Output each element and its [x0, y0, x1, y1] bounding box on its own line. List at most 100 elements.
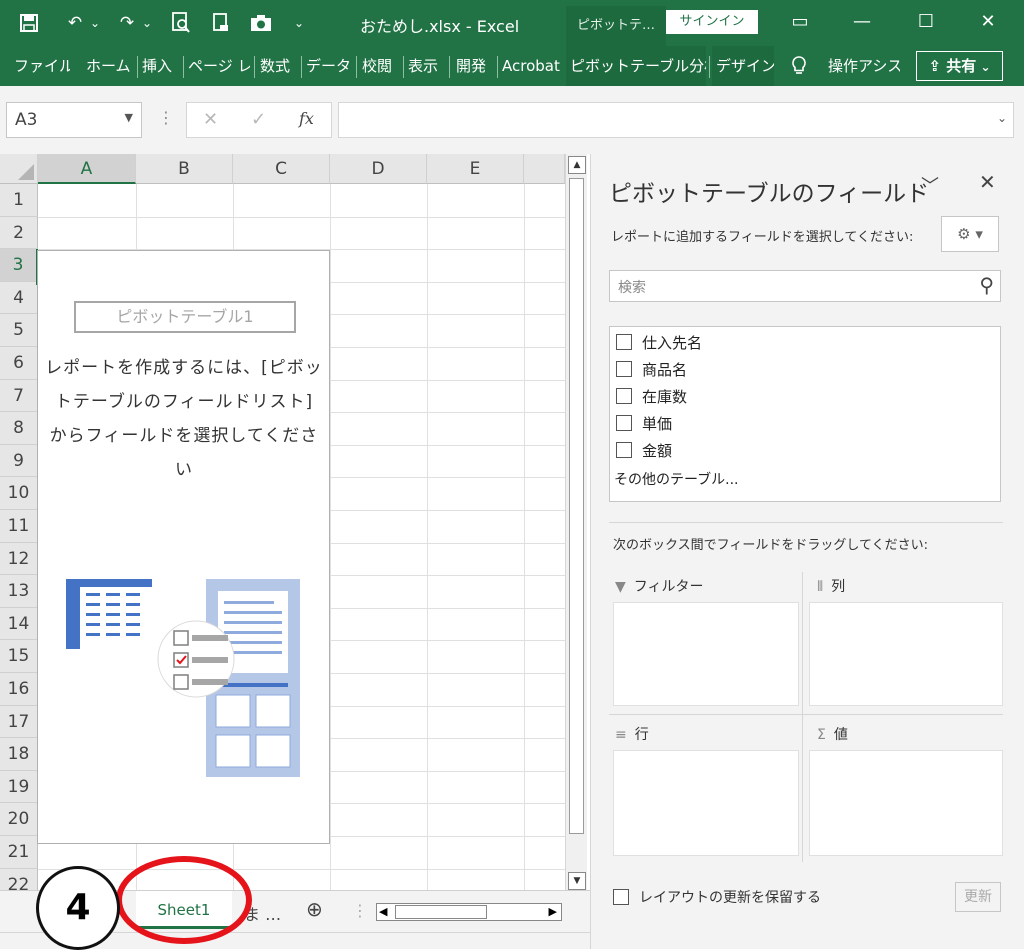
- row-header-16[interactable]: 16: [0, 673, 38, 706]
- template-icon[interactable]: [206, 8, 236, 38]
- close-window-icon[interactable]: ✕: [968, 8, 1008, 36]
- row-header-20[interactable]: 20: [0, 803, 38, 836]
- checkbox[interactable]: [616, 334, 632, 350]
- row-header-12[interactable]: 12: [0, 542, 38, 576]
- values-drop-area[interactable]: [809, 750, 1003, 856]
- cancel-icon[interactable]: ✕: [203, 109, 218, 130]
- checkbox[interactable]: [613, 889, 629, 905]
- insert-function-icon[interactable]: fx: [299, 109, 314, 128]
- tab-page-layout[interactable]: ページ レ: [188, 46, 250, 86]
- chevron-down-icon[interactable]: ﹀: [921, 172, 939, 198]
- row-header-17[interactable]: 17: [0, 705, 38, 739]
- scroll-down-icon[interactable]: ▼: [568, 872, 586, 890]
- field-item[interactable]: 在庫数: [616, 385, 687, 407]
- column-header-b[interactable]: B: [136, 154, 233, 184]
- field-item[interactable]: 商品名: [616, 358, 687, 380]
- scroll-right-icon[interactable]: ▶: [549, 905, 557, 918]
- ribbon-display-options-icon[interactable]: ▭: [780, 8, 820, 36]
- column-header-a[interactable]: A: [38, 154, 136, 184]
- row-header-13[interactable]: 13: [0, 575, 38, 608]
- tab-formulas[interactable]: 数式: [260, 46, 296, 86]
- undo-dropdown-icon[interactable]: ⌄: [88, 8, 102, 38]
- tab-file[interactable]: ファイル: [14, 46, 70, 86]
- customize-qat-icon[interactable]: ⌄: [286, 8, 312, 38]
- lightbulb-icon[interactable]: [790, 46, 814, 86]
- save-icon[interactable]: [14, 8, 44, 38]
- tab-developer[interactable]: 開発: [456, 46, 492, 86]
- close-pane-icon[interactable]: ✕: [979, 170, 996, 194]
- tab-home[interactable]: ホーム: [86, 46, 132, 86]
- search-icon[interactable]: ⚲: [979, 273, 994, 297]
- row-header-14[interactable]: 14: [0, 607, 38, 641]
- select-all-button[interactable]: [0, 154, 38, 184]
- tab-acrobat[interactable]: Acrobat: [502, 46, 560, 86]
- row-header-18[interactable]: 18: [0, 738, 38, 771]
- minimize-icon[interactable]: —: [842, 8, 882, 36]
- row-header-7[interactable]: 7: [0, 379, 38, 413]
- gear-icon[interactable]: ⚙ ▾: [941, 216, 999, 252]
- vertical-scrollbar[interactable]: ▲ ▼: [565, 154, 587, 892]
- print-preview-icon[interactable]: [166, 8, 196, 38]
- formula-bar-grip-icon[interactable]: ⋮: [158, 108, 174, 127]
- rows-drop-area[interactable]: [613, 750, 799, 856]
- field-item[interactable]: 単価: [616, 412, 672, 434]
- checkbox[interactable]: [616, 415, 632, 431]
- row-header-3[interactable]: 3: [0, 249, 38, 282]
- row-header-2[interactable]: 2: [0, 216, 38, 250]
- scroll-up-icon[interactable]: ▲: [568, 156, 586, 174]
- more-tables-link[interactable]: その他のテーブル...: [614, 469, 739, 489]
- maximize-icon[interactable]: ☐: [906, 8, 946, 36]
- column-header-f[interactable]: [524, 154, 565, 184]
- redo-icon[interactable]: ↷: [112, 8, 142, 38]
- row-header-19[interactable]: 19: [0, 770, 38, 804]
- tab-split-grip-icon[interactable]: ⋮: [352, 901, 368, 920]
- tab-insert[interactable]: 挿入: [142, 46, 178, 86]
- scroll-left-icon[interactable]: ◀: [379, 905, 387, 918]
- row-header-6[interactable]: 6: [0, 347, 38, 380]
- camera-icon[interactable]: [246, 8, 276, 38]
- column-header-e[interactable]: E: [427, 154, 524, 184]
- field-item[interactable]: 仕入先名: [616, 331, 702, 353]
- enter-icon[interactable]: ✓: [251, 109, 266, 130]
- row-header-4[interactable]: 4: [0, 281, 38, 315]
- row-header-1[interactable]: 1: [0, 184, 38, 217]
- name-box[interactable]: A3 ▼: [6, 102, 142, 138]
- row-header-8[interactable]: 8: [0, 412, 38, 445]
- share-button[interactable]: ⇪ 共有 ⌄: [916, 51, 1003, 81]
- column-header-d[interactable]: D: [330, 154, 427, 184]
- redo-dropdown-icon[interactable]: ⌄: [140, 8, 154, 38]
- tab-review[interactable]: 校閲: [362, 46, 398, 86]
- pivot-table-placeholder[interactable]: ピボットテーブル1 レポートを作成するには、[ピボットテーブルのフィールドリスト…: [37, 250, 330, 844]
- filter-drop-area[interactable]: [613, 602, 799, 706]
- add-sheet-icon[interactable]: ⊕: [306, 897, 323, 921]
- field-search-input[interactable]: 検索 ⚲: [609, 270, 1001, 302]
- tell-me-search[interactable]: 操作アシス: [828, 46, 900, 86]
- tab-data[interactable]: データ: [306, 46, 352, 86]
- tab-pivottable-analyze[interactable]: ピボットテーブル分析: [566, 46, 706, 86]
- signin-button[interactable]: サインイン: [666, 10, 758, 34]
- checkbox[interactable]: [616, 442, 632, 458]
- row-header-15[interactable]: 15: [0, 640, 38, 673]
- field-item[interactable]: 金額: [616, 439, 672, 461]
- column-header-c[interactable]: C: [233, 154, 330, 184]
- row-header-5[interactable]: 5: [0, 314, 38, 347]
- tab-design[interactable]: デザイン: [712, 46, 774, 86]
- columns-drop-area[interactable]: [809, 602, 1003, 706]
- row-header-9[interactable]: 9: [0, 444, 38, 478]
- defer-update-option[interactable]: レイアウトの更新を保留する: [613, 887, 821, 907]
- row-header-10[interactable]: 10: [0, 477, 38, 510]
- horizontal-scrollbar[interactable]: ◀ ▶: [376, 903, 562, 921]
- checkbox[interactable]: [616, 361, 632, 377]
- scroll-thumb-horizontal[interactable]: [395, 905, 487, 919]
- scroll-thumb[interactable]: [569, 178, 584, 834]
- checkbox[interactable]: [616, 388, 632, 404]
- formula-input[interactable]: ⌄: [338, 102, 1014, 138]
- tab-view[interactable]: 表示: [408, 46, 444, 86]
- update-button[interactable]: 更新: [955, 882, 1001, 912]
- expand-formula-bar-icon[interactable]: ⌄: [997, 111, 1007, 125]
- row-header-21[interactable]: 21: [0, 836, 38, 869]
- row-header-11[interactable]: 11: [0, 510, 38, 543]
- undo-icon[interactable]: ↶: [60, 8, 90, 38]
- chevron-down-icon[interactable]: ▼: [125, 111, 133, 124]
- worksheet-grid[interactable]: A B C D E 1 2 3 4 5 6 7 8 9 10 11 12 13 14 15 16 17 18 19 2…: [0, 154, 565, 903]
